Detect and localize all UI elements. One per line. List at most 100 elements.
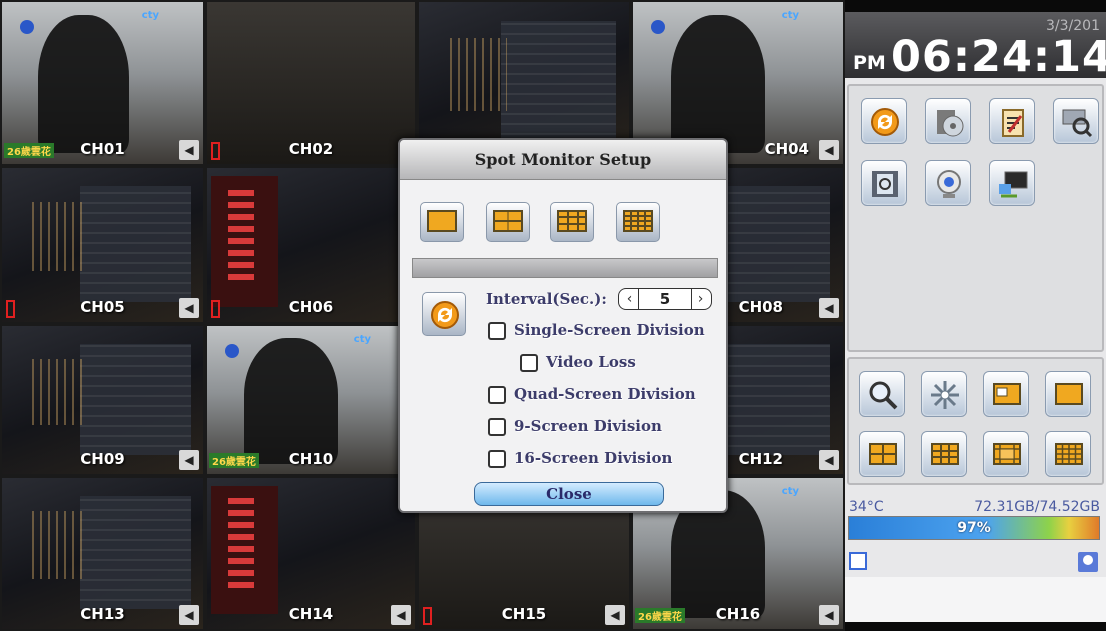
record-indicator-icon: [211, 300, 220, 318]
sixteen-screen-label: 16-Screen Division: [514, 449, 673, 467]
quad-screen-checkbox[interactable]: [488, 386, 506, 404]
sixteen-screen-checkbox[interactable]: [488, 450, 506, 468]
pip-icon[interactable]: [983, 371, 1029, 417]
single-division-button[interactable]: [420, 202, 464, 242]
clipboard-icon[interactable]: [989, 98, 1035, 144]
freeze-icon[interactable]: [921, 371, 967, 417]
user-icon[interactable]: [1078, 552, 1098, 572]
close-button[interactable]: Close: [474, 482, 664, 506]
channel-logo: cty: [353, 334, 371, 345]
channel-logo: cty: [781, 486, 799, 497]
speaker-icon[interactable]: ◀: [179, 298, 199, 318]
speaker-icon[interactable]: ◀: [819, 605, 839, 625]
channel-logo: cty: [781, 10, 799, 21]
camera-feed: [670, 14, 766, 153]
tv-logo: [225, 344, 241, 358]
speaker-icon[interactable]: ◀: [819, 140, 839, 160]
speaker-icon[interactable]: ◀: [819, 298, 839, 318]
spot-monitor-dialog: Spot Monitor Setup Interval(Sec.): ‹ 5 ›…: [398, 138, 728, 513]
camera-feed: [500, 21, 617, 143]
camera-tile-ch02[interactable]: CH02: [205, 0, 417, 166]
status-strip: [845, 577, 1106, 622]
temperature-label: 34°C: [849, 499, 884, 515]
ampm-label: PM: [853, 52, 886, 74]
camera-feed: [80, 496, 191, 610]
camera-feed-lights: [26, 358, 87, 426]
speaker-icon[interactable]: ◀: [391, 605, 411, 625]
video-loss-label: Video Loss: [546, 353, 636, 371]
disk-usage-label: 72.31GB/74.52GB: [974, 499, 1100, 515]
sixteen-screen-icon[interactable]: [1045, 431, 1091, 477]
magnifier-icon[interactable]: [859, 371, 905, 417]
news-ticker: 26歲雲花: [209, 453, 259, 468]
interval-increase-button[interactable]: ›: [691, 289, 709, 309]
channel-label: CH13: [80, 605, 125, 623]
divider-bar: [412, 258, 718, 278]
nine-division-button[interactable]: [550, 202, 594, 242]
camera-feed: [211, 485, 278, 614]
film-search-icon[interactable]: [861, 160, 907, 206]
camera-feed-lights: [26, 511, 87, 580]
video-loss-checkbox[interactable]: [520, 354, 538, 372]
interval-label: Interval(Sec.):: [486, 290, 607, 308]
camera-feed: [211, 175, 278, 307]
search-film-icon[interactable]: [1053, 98, 1099, 144]
nine-screen-label: 9-Screen Division: [514, 417, 662, 435]
news-ticker: 26歲雲花: [4, 143, 54, 158]
speaker-icon[interactable]: ◀: [605, 605, 625, 625]
channel-label: CH10: [288, 450, 334, 468]
speaker-icon[interactable]: ◀: [179, 450, 199, 470]
channel-label: CH01: [80, 140, 125, 158]
single-screen-checkbox[interactable]: [488, 322, 506, 340]
disc-icon[interactable]: [925, 98, 971, 144]
sixteen-division-button[interactable]: [616, 202, 660, 242]
tv-logo: [20, 20, 36, 34]
camera-tile-ch01[interactable]: cty 26歲雲花 CH01 ◀: [0, 0, 205, 166]
camera-tile-ch05[interactable]: CH05 ◀: [0, 166, 205, 324]
camera-tile-ch06[interactable]: CH06: [205, 166, 417, 324]
record-indicator-icon: [211, 142, 220, 160]
network-icon[interactable]: [849, 552, 867, 570]
sync-icon[interactable]: [861, 98, 907, 144]
speaker-icon[interactable]: ◀: [819, 450, 839, 470]
camera-tile-ch10[interactable]: cty 26歲雲花 CH10: [205, 324, 417, 476]
channel-label: CH02: [288, 140, 334, 158]
single-screen-label: Single-Screen Division: [514, 321, 705, 339]
main-menu: [847, 84, 1104, 352]
news-ticker: 26歲雲花: [635, 608, 685, 623]
channel-label: CH16: [715, 605, 761, 623]
nine-screen-checkbox[interactable]: [488, 418, 506, 436]
dialog-title: Spot Monitor Setup: [400, 140, 726, 180]
nine-screen-icon: [557, 210, 587, 232]
camera-feed-lights: [26, 201, 87, 272]
sync-icon: [431, 301, 459, 329]
channel-label: CH05: [80, 298, 125, 316]
camera-tile-ch14[interactable]: CH14 ◀: [205, 476, 417, 631]
sync-button[interactable]: [422, 292, 466, 336]
channel-logo: cty: [141, 10, 159, 21]
speaker-icon[interactable]: ◀: [179, 605, 199, 625]
monitor-icon[interactable]: [989, 160, 1035, 206]
camera-tile-ch09[interactable]: CH09 ◀: [0, 324, 205, 476]
nine-screen-icon[interactable]: [921, 431, 967, 477]
single-screen-icon: [427, 210, 457, 232]
tv-logo: [651, 20, 667, 34]
quad-screen-icon[interactable]: [859, 431, 905, 477]
interval-stepper[interactable]: ‹ 5 ›: [618, 288, 712, 310]
control-panel: 3/3/201 PM 06:24:14 34°C 72.31GB/74.52GB…: [845, 12, 1106, 622]
disk-usage-percent: 97%: [957, 520, 991, 536]
camera-feed-lights: [444, 37, 508, 111]
interval-decrease-button[interactable]: ‹: [621, 289, 639, 309]
camera-tile-ch13[interactable]: CH13 ◀: [0, 476, 205, 631]
webcam-icon[interactable]: [925, 160, 971, 206]
time-label: 06:24:14: [891, 32, 1106, 82]
view-controls: [847, 357, 1104, 485]
clock-display: 3/3/201 PM 06:24:14: [845, 12, 1106, 82]
thirteen-screen-icon[interactable]: [983, 431, 1029, 477]
speaker-icon[interactable]: ◀: [179, 140, 199, 160]
interval-value: 5: [659, 290, 671, 308]
disk-usage-bar: 97%: [848, 516, 1100, 540]
quad-screen-icon: [493, 210, 523, 232]
single-screen-icon[interactable]: [1045, 371, 1091, 417]
quad-division-button[interactable]: [486, 202, 530, 242]
